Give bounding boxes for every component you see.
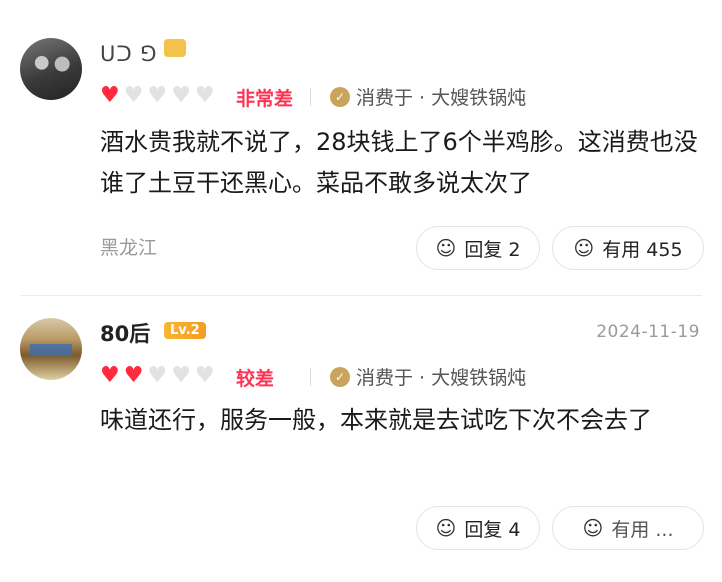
location: 黑龙江 — [100, 237, 158, 259]
review-text: 味道还行，服务一般，本来就是去试吃下次不会去了 — [100, 406, 652, 434]
coupon-icon: ✓ — [330, 86, 350, 107]
divider — [310, 368, 311, 386]
useful-button[interactable]: ☺ 有用 455 — [552, 226, 704, 270]
rating-label: 非常差 — [236, 88, 294, 110]
rating-hearts: ♥ ♥ ♥ ♥ ♥ — [100, 84, 215, 108]
username[interactable]: ᑌᑐ ⅁ — [100, 42, 158, 66]
review-date: 2024-11-19 — [596, 322, 700, 342]
consumption-text: 消费于 · 大嫂铁锅炖 — [356, 367, 527, 389]
heart-icon: ♥ — [100, 83, 120, 108]
review-card: ᑌᑐ ⅁ ♥ ♥ ♥ ♥ ♥ 非常差 ✓ 消费于 · 大嫂铁锅炖 酒水贵我就不说… — [0, 0, 722, 295]
useful-label: 有用 ... — [611, 518, 674, 541]
smile-icon: ☺ — [573, 236, 595, 260]
review-card: 80后 Lv.2 2024-11-19 ♥ ♥ ♥ ♥ ♥ 较差 ✓ 消费于 ·… — [0, 298, 722, 582]
avatar[interactable] — [20, 38, 82, 100]
useful-label: 有用 455 — [602, 238, 683, 261]
useful-button[interactable]: ☺ 有用 ... — [552, 506, 704, 550]
heart-icon: ♥ — [123, 83, 144, 108]
consumption-info[interactable]: ✓ 消费于 · 大嫂铁锅炖 — [330, 83, 526, 110]
heart-icon: ♥ — [147, 363, 168, 388]
divider — [20, 295, 702, 296]
rating-label: 较差 — [236, 368, 275, 390]
heart-icon: ♥ — [147, 83, 168, 108]
smile-icon: ☺ — [582, 516, 604, 540]
reply-button[interactable]: ☺ 回复 2 — [416, 226, 540, 270]
rating-hearts: ♥ ♥ ♥ ♥ ♥ — [100, 364, 215, 388]
heart-icon: ♥ — [171, 363, 191, 388]
consumption-text: 消费于 · 大嫂铁锅炖 — [356, 87, 527, 109]
comment-bubble-icon: ☺ — [435, 236, 457, 260]
heart-icon: ♥ — [194, 363, 215, 388]
comment-bubble-icon: ☺ — [435, 516, 457, 540]
coupon-icon: ✓ — [330, 366, 350, 387]
heart-icon: ♥ — [100, 363, 120, 388]
level-badge: Lv.2 — [164, 322, 206, 339]
reply-label: 回复 4 — [464, 518, 521, 541]
divider — [310, 88, 311, 106]
review-text: 酒水贵我就不说了，28块钱上了6个半鸡胗。这消费也没谁了土豆干还黑心。菜品不敢多… — [100, 128, 698, 197]
heart-icon: ♥ — [194, 83, 215, 108]
user-badge-icon — [164, 39, 186, 57]
heart-icon: ♥ — [123, 363, 144, 388]
heart-icon: ♥ — [171, 83, 191, 108]
reply-label: 回复 2 — [464, 238, 521, 261]
consumption-info[interactable]: ✓ 消费于 · 大嫂铁锅炖 — [330, 363, 526, 390]
avatar[interactable] — [20, 318, 82, 380]
reply-button[interactable]: ☺ 回复 4 — [416, 506, 540, 550]
username[interactable]: 80后 — [100, 318, 150, 348]
